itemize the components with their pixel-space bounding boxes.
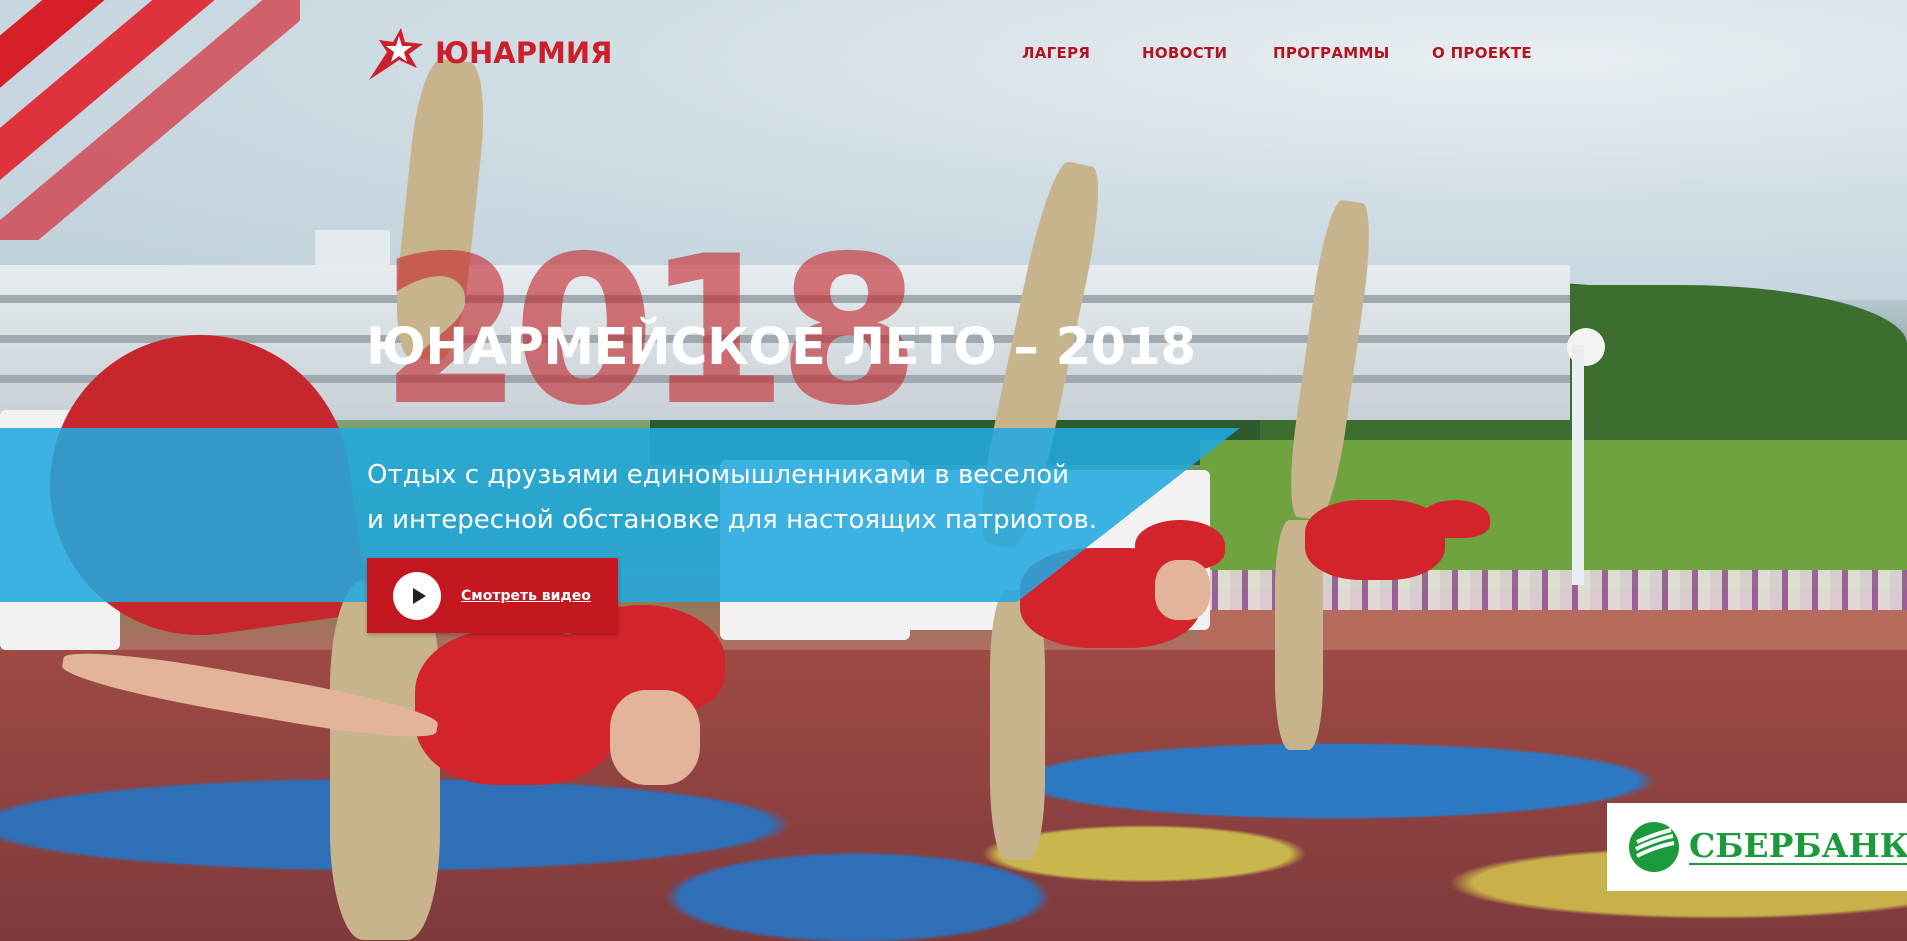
nav-item-programs[interactable]: ПРОГРАММЫ — [1273, 44, 1390, 62]
sponsor-name: СБЕРБАНК — [1689, 828, 1907, 866]
brand-logo[interactable]: ЮНАРМИЯ — [365, 22, 612, 84]
lamp-post — [1572, 345, 1584, 585]
red-beret — [1420, 500, 1490, 538]
watch-video-label: Смотреть видео — [461, 587, 591, 604]
person-face — [1155, 560, 1210, 620]
page-title: ЮНАРМЕЙСКОЕ ЛЕТО – 2018 — [366, 318, 1196, 377]
nav-item-news[interactable]: НОВОСТИ — [1142, 44, 1227, 62]
sberbank-logo-icon — [1627, 820, 1681, 874]
play-icon — [393, 571, 441, 620]
watch-video-button[interactable]: Смотреть видео — [367, 558, 618, 633]
brand-name: ЮНАРМИЯ — [435, 36, 613, 70]
person-leg — [330, 580, 440, 940]
hero-subtitle: Отдых с друзьями единомышленниками в вес… — [367, 453, 1097, 543]
decorative-stripes — [0, 0, 300, 240]
person-face — [610, 690, 700, 785]
nav-item-about[interactable]: О ПРОЕКТЕ — [1432, 44, 1532, 62]
sponsor-banner[interactable]: СБЕРБАНК — [1607, 803, 1907, 891]
subtitle-line: и интересной обстановке для настоящих па… — [367, 505, 1098, 535]
nav-item-camps[interactable]: ЛАГЕРЯ — [1022, 44, 1090, 62]
subtitle-line: Отдых с друзьями единомышленниками в вес… — [367, 460, 1070, 490]
star-flag-icon — [365, 22, 431, 84]
